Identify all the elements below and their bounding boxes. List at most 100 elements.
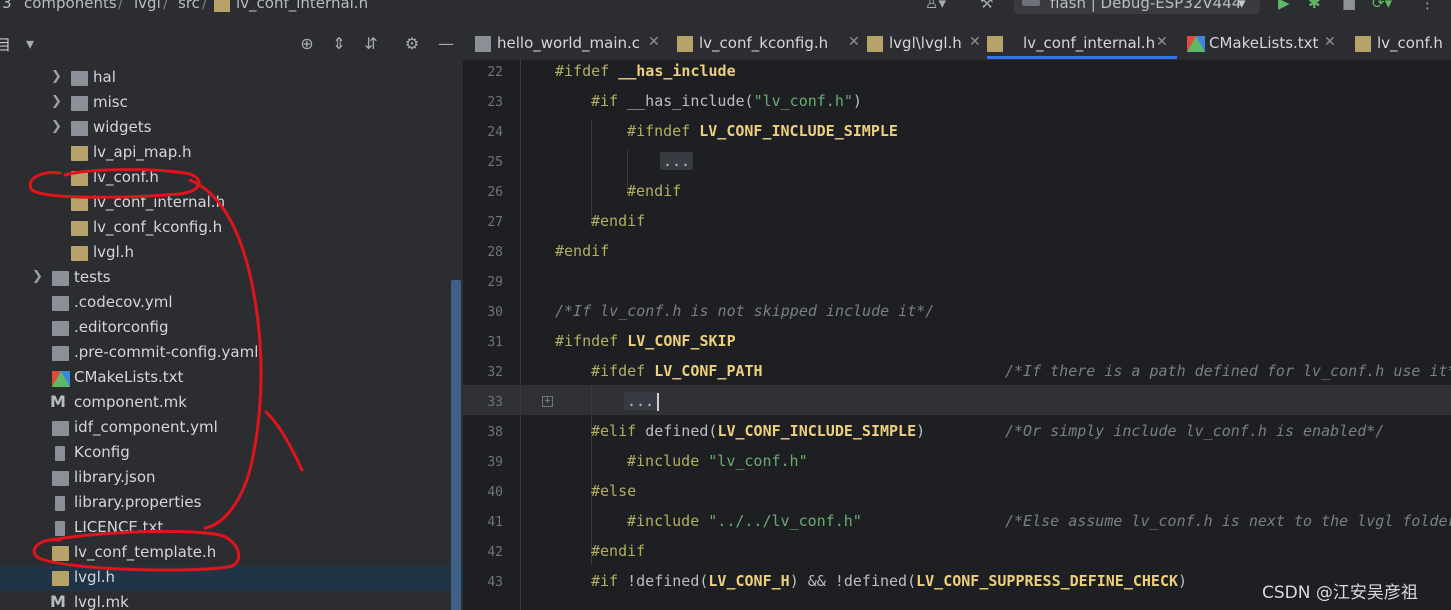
breadcrumb-components[interactable]: components xyxy=(24,0,117,12)
close-icon[interactable]: ✕ xyxy=(1156,34,1168,50)
breadcrumb-current-file[interactable]: lv_conf_internal.h xyxy=(236,0,368,12)
tree-file-lv-conf-h[interactable]: lv_conf.h xyxy=(0,166,463,191)
tree-folder-widgets[interactable]: ❯ widgets xyxy=(0,116,463,141)
tab-lv-conf-internal-h[interactable]: lv_conf_internal.h ✕ xyxy=(987,28,1177,59)
h-file-icon xyxy=(71,221,88,236)
h-file-icon xyxy=(71,171,88,186)
tree-file-lv-conf-internal-h[interactable]: lv_conf_internal.h xyxy=(0,191,463,216)
close-icon[interactable]: ✕ xyxy=(648,34,660,50)
tree-item-label: CMakeLists.txt xyxy=(74,368,184,386)
breadcrumb-src[interactable]: src xyxy=(178,0,200,12)
chevron-right-icon[interactable]: ❯ xyxy=(32,269,44,284)
tree-file-licence-txt[interactable]: LICENCE.txt xyxy=(0,516,463,541)
folded-code-block[interactable]: ... xyxy=(660,152,694,170)
tab-lv-conf-h[interactable]: lv_conf.h xyxy=(1355,28,1451,59)
tree-folder-tests[interactable]: ❯ tests xyxy=(0,266,463,291)
line-number: 39 xyxy=(487,455,503,470)
tree-item-label: tests xyxy=(74,268,111,286)
h-file-icon xyxy=(1355,36,1371,52)
code-line-38: #elif defined(LV_CONF_INCLUDE_SIMPLE) xyxy=(591,422,925,440)
yml-file-icon xyxy=(52,421,69,436)
tree-scrollbar[interactable] xyxy=(451,280,461,610)
debug-bug-icon[interactable]: ✱ xyxy=(1308,0,1321,12)
profile-icon[interactable]: ⟳▾ xyxy=(1372,0,1392,12)
line-number: 32 xyxy=(487,365,503,380)
tab-cmakelists-txt[interactable]: CMakeLists.txt ✕ xyxy=(1187,28,1351,59)
code-line-32: #ifdef LV_CONF_PATH xyxy=(591,362,763,380)
close-icon[interactable]: ✕ xyxy=(969,34,981,50)
build-hammer-icon[interactable]: ⚒ xyxy=(980,0,993,12)
text-file-icon xyxy=(55,521,65,536)
tree-file-pre-commit-config-yaml[interactable]: .pre-commit-config.yaml xyxy=(0,341,463,366)
folded-code-block[interactable]: ... xyxy=(624,392,658,410)
code-line-25: ... xyxy=(660,152,694,170)
locate-file-icon[interactable]: ⊕ xyxy=(297,34,317,54)
tree-file-component-mk[interactable]: M component.mk xyxy=(0,391,463,416)
tree-file-idf-component-yml[interactable]: idf_component.yml xyxy=(0,416,463,441)
line-number: 22 xyxy=(487,65,503,80)
code-macro: __has_include xyxy=(618,62,736,80)
tree-file-lv-api-map-h[interactable]: lv_api_map.h xyxy=(0,141,463,166)
line-number: 33 xyxy=(487,395,503,410)
code-keyword: #ifdef xyxy=(591,362,646,380)
tree-file-codecov-yml[interactable]: .codecov.yml xyxy=(0,291,463,316)
h-file-icon xyxy=(52,546,69,561)
breadcrumb-first[interactable]: 3 xyxy=(2,0,12,12)
fold-expand-icon[interactable]: + xyxy=(542,396,553,407)
tree-item-label: component.mk xyxy=(74,393,187,411)
tree-file-lv-conf-template-h[interactable]: lv_conf_template.h xyxy=(0,541,463,566)
code-line-23: #if __has_include("lv_conf.h") xyxy=(591,92,862,110)
code-line-28: #endif xyxy=(555,242,609,260)
tree-file-lvgl-h-selected[interactable]: lvgl.h xyxy=(0,566,463,591)
yml-file-icon xyxy=(52,296,69,311)
expand-all-icon[interactable]: ⇕ xyxy=(329,34,349,54)
chevron-right-icon[interactable]: ❯ xyxy=(51,94,63,109)
tree-item-label: library.json xyxy=(74,468,156,486)
hide-panel-icon[interactable]: — xyxy=(436,34,456,54)
tree-file-lv-conf-kconfig-h[interactable]: lv_conf_kconfig.h xyxy=(0,216,463,241)
line-number: 29 xyxy=(487,275,503,290)
tree-file-lvgl-h[interactable]: lvgl.h xyxy=(0,241,463,266)
chevron-right-icon[interactable]: ❯ xyxy=(51,119,63,134)
tab-lvgl-lvgl-h[interactable]: lvgl\lvgl.h ✕ xyxy=(867,28,981,59)
gear-icon[interactable]: ⚙ xyxy=(402,34,422,54)
breadcrumb-lvgl[interactable]: lvgl xyxy=(134,0,161,12)
code-line-38-comment: /*Or simply include lv_conf.h is enabled… xyxy=(1005,422,1384,440)
code-keyword: #if xyxy=(591,572,619,590)
tree-file-library-properties[interactable]: library.properties xyxy=(0,491,463,516)
tree-item-label: lv_conf.h xyxy=(93,168,159,186)
close-icon[interactable]: ✕ xyxy=(848,34,860,50)
chevron-down-icon[interactable]: ▾ xyxy=(20,34,40,54)
tree-folder-hal[interactable]: ❯ hal xyxy=(0,66,463,91)
collapse-all-icon[interactable]: ⇵ xyxy=(361,34,381,54)
tab-hello-world-main-c[interactable]: hello_world_main.c ✕ xyxy=(475,28,665,59)
h-file-icon xyxy=(214,0,230,12)
code-macro: LV_CONF_PATH xyxy=(654,362,763,380)
tree-folder-misc[interactable]: ❯ misc xyxy=(0,91,463,116)
tree-item-label: idf_component.yml xyxy=(74,418,218,436)
code-keyword: #endif xyxy=(591,212,646,230)
chevron-right-icon[interactable]: ❯ xyxy=(51,69,63,84)
tree-file-cmakelists-txt[interactable]: CMakeLists.txt xyxy=(0,366,463,391)
tree-file-editorconfig[interactable]: .editorconfig xyxy=(0,316,463,341)
tree-file-kconfig[interactable]: Kconfig xyxy=(0,441,463,466)
code-keyword: #elif xyxy=(591,422,637,440)
more-icon[interactable]: ⋮ xyxy=(1420,0,1435,12)
project-panel-title[interactable]: 目 xyxy=(0,34,11,55)
user-icon[interactable]: ♙▾ xyxy=(925,0,946,12)
breadcrumb-separator: / xyxy=(118,0,124,12)
tree-file-library-json[interactable]: library.json xyxy=(0,466,463,491)
close-icon[interactable]: ✕ xyxy=(1324,34,1336,50)
h-file-icon xyxy=(677,36,693,52)
tree-file-lvgl-mk[interactable]: M lvgl.mk xyxy=(0,591,463,610)
editor-tab-bar: hello_world_main.c ✕ lv_conf_kconfig.h ✕… xyxy=(463,28,1451,61)
tree-item-label: lvgl.h xyxy=(74,568,116,586)
line-number: 43 xyxy=(487,575,503,590)
tab-lv-conf-kconfig-h[interactable]: lv_conf_kconfig.h ✕ xyxy=(677,28,877,59)
tab-label: lvgl\lvgl.h xyxy=(889,34,962,52)
run-icon[interactable]: ▶ xyxy=(1278,0,1290,12)
breadcrumb-separator: / xyxy=(202,0,208,12)
tree-item-label: lv_api_map.h xyxy=(93,143,192,161)
stop-icon[interactable]: ■ xyxy=(1342,0,1356,12)
run-configuration-selector[interactable]: flash | Debug-ESP32V444 ▾ xyxy=(1014,0,1260,14)
